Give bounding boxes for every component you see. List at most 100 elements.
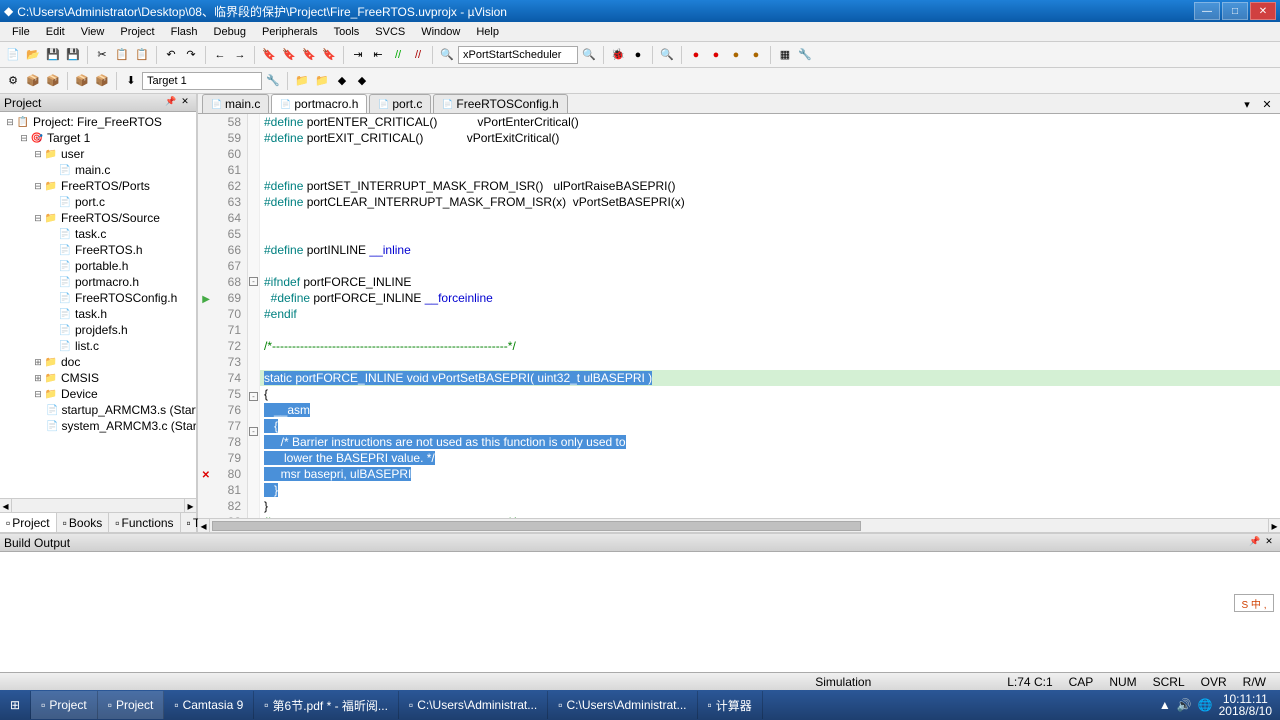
pane-tab-books[interactable]: ▫Books [57,513,110,532]
save-icon[interactable]: 💾 [44,46,62,64]
code-line[interactable] [260,322,1280,338]
tree-file[interactable]: 📄FreeRTOS.h [2,242,194,258]
editor-tab[interactable]: 📄portmacro.h [271,94,367,113]
scrollbar-thumb[interactable] [212,521,861,531]
fold-toggle-icon[interactable]: - [249,277,258,286]
taskbar-item[interactable]: ▫计算器 [698,691,763,719]
build-icon[interactable]: 📦 [24,72,42,90]
taskbar-item[interactable]: ▫C:\Users\Administrat... [548,691,697,719]
code-line[interactable] [260,162,1280,178]
tree-file[interactable]: 📄main.c [2,162,194,178]
system-tray[interactable]: ▲ 🔊 🌐 10:11:11 2018/8/10 [1151,693,1280,717]
save-all-icon[interactable]: 💾 [64,46,82,64]
code-line[interactable]: lower the BASEPRI value. */ [260,450,1280,466]
expand-icon[interactable]: ⊞ [32,357,44,368]
translate-icon[interactable]: ⚙ [4,72,22,90]
close-button[interactable]: ✕ [1250,2,1276,20]
paste-icon[interactable]: 📋 [133,46,151,64]
taskbar-item[interactable]: ▫Project [31,691,98,719]
tree-file[interactable]: 📄port.c [2,194,194,210]
editor-tab[interactable]: 📄FreeRTOSConfig.h [433,94,567,113]
manage-icon[interactable]: 📁 [293,72,311,90]
pane-close-icon[interactable]: ✕ [178,96,192,110]
fold-toggle-icon[interactable]: - [249,427,258,436]
pane-pin-icon[interactable]: 📌 [164,96,178,110]
step-icon[interactable]: ● [727,46,745,64]
expand-icon[interactable]: ⊞ [32,373,44,384]
menu-peripherals[interactable]: Peripherals [254,24,326,40]
taskbar-item[interactable]: ▫第6节.pdf * - 福昕阅... [254,691,399,719]
uncomment-icon[interactable]: // [409,46,427,64]
menu-flash[interactable]: Flash [163,24,206,40]
code-line[interactable]: #ifndef portFORCE_INLINE [260,274,1280,290]
menu-debug[interactable]: Debug [206,24,254,40]
tray-icon[interactable]: 🌐 [1198,698,1213,712]
code-line[interactable] [260,226,1280,242]
code-line[interactable]: #define portINLINE __inline [260,242,1280,258]
build-output-body[interactable] [0,552,1280,672]
manage2-icon[interactable]: 📁 [313,72,331,90]
tree-root[interactable]: ⊟📋Project: Fire_FreeRTOS [2,114,194,130]
batch-build-icon[interactable]: 📦 [93,72,111,90]
tree-file[interactable]: 📄task.h [2,306,194,322]
expand-icon[interactable]: ⊟ [18,133,30,144]
outdent-icon[interactable]: ⇤ [369,46,387,64]
target-combo[interactable] [142,72,262,90]
code-line[interactable]: } [260,498,1280,514]
code-line[interactable]: #define portFORCE_INLINE __forceinline [260,290,1280,306]
fold-toggle-icon[interactable]: - [249,392,258,401]
code-line[interactable] [260,258,1280,274]
code-line[interactable]: static portFORCE_INLINE void vPortSetBAS… [260,370,1280,386]
code-line[interactable]: #define portEXIT_CRITICAL() vPortExitCri… [260,130,1280,146]
menu-edit[interactable]: Edit [38,24,73,40]
code-line[interactable] [260,146,1280,162]
open-icon[interactable]: 📂 [24,46,42,64]
editor-tab[interactable]: 📄port.c [369,94,431,113]
taskbar-item[interactable]: ▫Camtasia 9 [164,691,254,719]
code-lines[interactable]: #define portENTER_CRITICAL() vPortEnterC… [260,114,1280,518]
pane-tab-project[interactable]: ▫Project [0,513,57,532]
run-icon[interactable]: ● [687,46,705,64]
bookmark-icon[interactable]: 🔖 [260,46,278,64]
expand-icon[interactable]: ⊟ [32,213,44,224]
tab-menu-icon[interactable]: ▾ [1238,95,1256,113]
indent-icon[interactable]: ⇥ [349,46,367,64]
tray-icon[interactable]: ▲ [1159,698,1171,712]
new-icon[interactable]: 📄 [4,46,22,64]
config-icon[interactable]: 🔍 [658,46,676,64]
tree-file[interactable]: 📄list.c [2,338,194,354]
tree-group[interactable]: ⊟📁user [2,146,194,162]
find-icon[interactable]: 🔍 [580,46,598,64]
code-line[interactable]: #define portSET_INTERRUPT_MASK_FROM_ISR(… [260,178,1280,194]
expand-icon[interactable]: ⊟ [32,389,44,400]
target-options-icon[interactable]: 🔧 [264,72,282,90]
redo-icon[interactable]: ↷ [182,46,200,64]
menu-svcs[interactable]: SVCS [367,24,413,40]
tree-file[interactable]: 📄projdefs.h [2,322,194,338]
tree-hscroll[interactable]: ◂ ▸ [0,498,196,512]
expand-icon[interactable]: ⊟ [32,181,44,192]
find-in-files-icon[interactable]: 🔍 [438,46,456,64]
tab-close-icon[interactable]: ✕ [1258,95,1276,113]
build-target-icon[interactable]: 📦 [73,72,91,90]
tools-icon[interactable]: 🔧 [796,46,814,64]
code-line[interactable]: msr basepri, ulBASEPRI [260,466,1280,482]
code-line[interactable]: #define portCLEAR_INTERRUPT_MASK_FROM_IS… [260,194,1280,210]
code-line[interactable] [260,210,1280,226]
step2-icon[interactable]: ● [747,46,765,64]
menu-help[interactable]: Help [468,24,507,40]
project-tree[interactable]: ⊟📋Project: Fire_FreeRTOS⊟🎯Target 1⊟📁user… [0,112,196,498]
tree-group[interactable]: ⊞📁CMSIS [2,370,194,386]
code-line[interactable]: __asm [260,402,1280,418]
fold-column[interactable]: ----- [248,114,260,518]
nav-back-icon[interactable]: ← [211,46,229,64]
code-line[interactable]: } [260,482,1280,498]
nav-fwd-icon[interactable]: → [231,46,249,64]
bookmark-clear-icon[interactable]: 🔖 [320,46,338,64]
breakpoint-icon[interactable]: ● [629,46,647,64]
find-combo[interactable] [458,46,578,64]
bookmark-next-icon[interactable]: 🔖 [300,46,318,64]
manage4-icon[interactable]: ◆ [353,72,371,90]
download-icon[interactable]: ⬇ [122,72,140,90]
ime-indicator[interactable]: S 中 , [1234,594,1274,612]
